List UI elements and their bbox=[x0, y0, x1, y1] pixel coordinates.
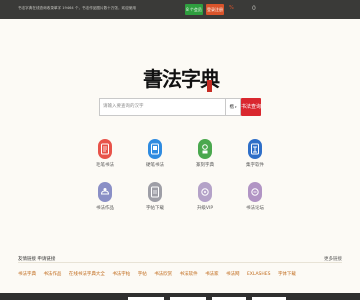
friend-link[interactable]: 书法字帖 bbox=[112, 272, 130, 277]
tile-seal-dictionary[interactable]: 篆刻字典 bbox=[190, 139, 220, 179]
friend-link[interactable]: 字体下载 bbox=[278, 272, 296, 277]
friend-link[interactable]: 书法作品 bbox=[43, 272, 61, 277]
tile-vip[interactable]: 升级VIP bbox=[190, 182, 220, 222]
friend-link[interactable]: 字帖 bbox=[138, 272, 147, 277]
notification-count[interactable]: 0 bbox=[252, 5, 256, 12]
search-bar: 请输入要查询的汉字 楷 ▾ 书法查询 bbox=[99, 98, 261, 116]
tile-label: 毛笔书法 bbox=[96, 163, 114, 168]
site-logo[interactable]: 書法字典 bbox=[143, 66, 220, 92]
friend-link[interactable]: 书法家 bbox=[205, 272, 219, 277]
seal-icon bbox=[198, 139, 212, 159]
member-badge[interactable]: 8 个会员 bbox=[185, 4, 203, 15]
friend-links: 书法字典 书法作品 在线书法字典大全 书法字帖 字帖 书法欣赏 书法软件 书法家… bbox=[18, 271, 302, 277]
search-button[interactable]: 书法查询 bbox=[241, 98, 261, 116]
tile-label: 升级VIP bbox=[196, 206, 214, 211]
work-icon bbox=[98, 182, 112, 202]
friend-link[interactable]: 书法欣赏 bbox=[154, 272, 172, 277]
chevron-down-icon: ▾ bbox=[234, 105, 237, 109]
logo-seal bbox=[207, 80, 212, 92]
tile-pen-calligraphy[interactable]: 硬笔书法 bbox=[140, 139, 170, 179]
tile-download[interactable]: 字帖下载 bbox=[140, 182, 170, 222]
login-button[interactable]: 登录注册 bbox=[206, 4, 224, 15]
top-bar: 书法字典在线查询收录单字 19464 个，书法作品图片数十万张，欢迎使用 8 个… bbox=[0, 0, 360, 19]
friend-link[interactable]: 在线书法字典大全 bbox=[69, 272, 105, 277]
tile-collect-software[interactable]: 集字软件 bbox=[240, 139, 270, 179]
tile-label: 篆刻字典 bbox=[196, 163, 214, 168]
friend-link[interactable]: 书法软件 bbox=[180, 272, 198, 277]
forum-icon bbox=[248, 182, 262, 202]
tile-label: 集字软件 bbox=[246, 163, 264, 168]
search-input[interactable]: 请输入要查询的汉字 bbox=[99, 98, 227, 116]
tile-label: 硬笔书法 bbox=[146, 163, 164, 168]
friend-link[interactable]: 书法网 bbox=[226, 272, 240, 277]
friend-link[interactable]: EXLASHES bbox=[247, 272, 271, 277]
vip-icon bbox=[198, 182, 212, 202]
percent-mark: % bbox=[229, 5, 234, 11]
friend-link[interactable]: 书法字典 bbox=[18, 272, 36, 277]
divider bbox=[18, 262, 342, 263]
tile-label: 书法论坛 bbox=[246, 206, 264, 211]
tile-label: 字帖下载 bbox=[146, 206, 164, 211]
footer-bar bbox=[0, 293, 360, 300]
tile-works[interactable]: 书法作品 bbox=[90, 182, 120, 222]
brush-icon bbox=[98, 139, 112, 159]
tile-forum[interactable]: 书法论坛 bbox=[240, 182, 270, 222]
collect-icon bbox=[248, 139, 262, 159]
tile-brush-calligraphy[interactable]: 毛笔书法 bbox=[90, 139, 120, 179]
download-icon bbox=[148, 182, 162, 202]
pen-icon bbox=[148, 139, 162, 159]
search-mode-select[interactable]: 楷 ▾ bbox=[225, 98, 241, 116]
site-notice: 书法字典在线查询收录单字 19464 个，书法作品图片数十万张，欢迎使用 bbox=[18, 6, 136, 10]
tile-label: 书法作品 bbox=[96, 206, 114, 211]
